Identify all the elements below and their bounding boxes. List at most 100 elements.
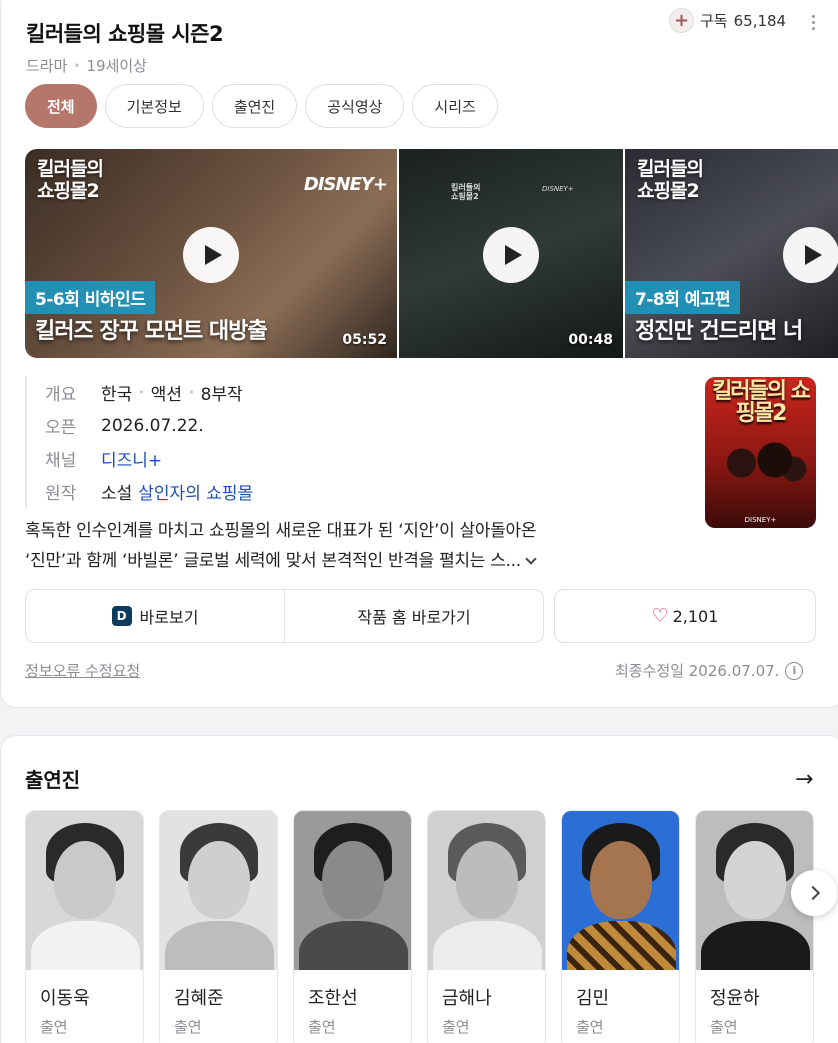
last-modified: 최종수정일 2026.07.07. i	[615, 660, 804, 681]
open-date-value: 2026.07.22.	[101, 415, 204, 436]
cast-name: 김혜준	[174, 988, 224, 1009]
video-thumbnail[interactable]: 킬러들의 쇼핑몰2 7-8회 예고편 정진만 건드리면 너	[625, 149, 838, 358]
chevron-down-icon[interactable]	[525, 553, 537, 565]
cast-role: 출연	[710, 1018, 738, 1036]
cast-card-item[interactable]: 정윤하 출연	[695, 810, 814, 1043]
info-key: 원작	[45, 484, 77, 504]
video-logo: 킬러들의 쇼핑몰2	[451, 183, 481, 201]
episode-tag: 7-8회 예고편	[625, 281, 741, 314]
video-logo: 킬러들의 쇼핑몰2	[37, 158, 104, 202]
cast-name: 김민	[576, 988, 610, 1009]
cast-list: 이동욱 출연 김혜준 출연 조한선 출연 금해나 출연 김민 출연 정윤하 출연	[25, 810, 814, 1043]
cast-photo	[160, 811, 277, 970]
cast-name: 정윤하	[710, 988, 760, 1009]
play-icon[interactable]	[483, 227, 539, 283]
info-key: 개요	[45, 385, 77, 405]
country-value: 한국	[101, 385, 133, 405]
info-key: 채널	[45, 451, 77, 471]
tab-bar: 전체 기본정보 출연진 공식영상 시리즈	[25, 84, 498, 128]
video-carousel: 킬러들의 쇼핑몰2 DISNEY+ 5-6회 비하인드 킬러즈 장꾸 모먼트 대…	[25, 149, 838, 358]
video-caption: 킬러즈 장꾸 모먼트 대방출	[35, 319, 268, 344]
video-logo: 킬러들의 쇼핑몰2	[637, 158, 704, 202]
cast-role: 출연	[308, 1018, 336, 1036]
heart-icon: ♡	[651, 605, 669, 627]
play-icon[interactable]	[783, 227, 838, 283]
poster-image[interactable]: 킬러들의 쇼핑몰2 DISNEY+	[705, 377, 816, 528]
synopsis-line: ‘진만’과 함께 ‘바빌론’ 글로벌 세력에 맞서 본격적인 반격을 펼치는 스…	[25, 551, 521, 571]
tab-cast[interactable]: 출연진	[211, 84, 298, 128]
arrow-right-icon[interactable]: →	[795, 769, 813, 791]
cast-role: 출연	[40, 1018, 68, 1036]
info-value: 한국 • 액션 • 8부작	[101, 380, 243, 405]
poster-art	[713, 433, 808, 493]
info-value: 소설 살인자의 쇼핑몰	[101, 479, 253, 504]
drama-title[interactable]: 킬러들의 쇼핑몰 시즌2	[26, 18, 224, 48]
report-error-link[interactable]: 정보오류 수정요청	[25, 660, 140, 681]
cast-photo	[294, 811, 411, 970]
cast-role: 출연	[442, 1018, 470, 1036]
cast-card-item[interactable]: 조한선 출연	[293, 810, 412, 1043]
cast-name: 조한선	[308, 988, 358, 1009]
disney-plus-logo: DISNEY+	[303, 174, 388, 195]
poster-title: 킬러들의 쇼핑몰2	[712, 379, 811, 426]
play-icon[interactable]	[183, 227, 239, 283]
cast-card: 출연진 → 이동욱 출연 김혜준 출연 조한선 출연 금해나 출연 김민 출연 …	[0, 735, 838, 1043]
subscribe-button[interactable]: + 구독 65,184	[669, 8, 786, 33]
video-caption: 정진만 건드리면 너	[635, 319, 803, 344]
watch-now-button[interactable]: D 바로보기	[26, 590, 284, 642]
next-arrow-button[interactable]	[791, 870, 837, 916]
genre-value: 액션	[150, 385, 183, 405]
cast-card-item[interactable]: 김민 출연	[561, 810, 680, 1043]
tab-official-videos[interactable]: 공식영상	[305, 84, 405, 128]
info-key: 오픈	[45, 418, 77, 438]
original-type: 소설	[101, 484, 133, 504]
info-row-overview: 개요 한국 • 액션 • 8부작	[45, 376, 253, 409]
cast-card-item[interactable]: 김혜준 출연	[159, 810, 278, 1043]
disney-plus-icon: D	[111, 606, 132, 626]
cast-role: 출연	[174, 1018, 202, 1036]
synopsis-line-2: ‘진만’과 함께 ‘바빌론’ 글로벌 세력에 맞서 본격적인 반격을 펼치는 스…	[25, 546, 685, 576]
basic-info-list: 개요 한국 • 액션 • 8부작 오픈 2026.07.22. 채널 디즈니+ …	[25, 376, 253, 508]
cast-card-item[interactable]: 이동욱 출연	[25, 810, 144, 1043]
drama-meta: 드라마 • 19세이상	[26, 55, 147, 76]
video-thumbnail[interactable]: 킬러들의 쇼핑몰2 DISNEY+ 00:48	[399, 149, 623, 358]
disney-plus-logo: DISNEY+	[744, 516, 777, 524]
last-modified-text: 최종수정일 2026.07.07.	[615, 662, 780, 680]
cast-role: 출연	[576, 1018, 604, 1036]
cast-section-title[interactable]: 출연진	[25, 764, 80, 793]
age-rating-label: 19세이상	[86, 57, 147, 75]
watch-now-label: 바로보기	[139, 608, 199, 627]
more-options-icon[interactable]	[809, 15, 817, 30]
cast-name: 금해나	[442, 988, 492, 1009]
drama-info-card: 킬러들의 쇼핑몰 시즌2 드라마 • 19세이상 + 구독 65,184 전체 …	[0, 0, 838, 708]
tab-all[interactable]: 전체	[25, 84, 97, 128]
cast-card-item[interactable]: 금해나 출연	[427, 810, 546, 1043]
subscribe-count: 65,184	[733, 11, 787, 30]
info-row-channel: 채널 디즈니+	[45, 442, 253, 475]
cast-photo	[26, 811, 143, 970]
separator-dot: •	[73, 58, 81, 73]
tab-series[interactable]: 시리즈	[412, 84, 498, 128]
cast-name: 이동욱	[40, 988, 90, 1009]
separator-dot: •	[188, 386, 195, 399]
synopsis-line: 혹독한 인수인계를 마치고 쇼핑몰의 새로운 대표가 된 ‘지안’이 살아돌아온	[25, 521, 537, 541]
separator-dot: •	[138, 386, 145, 399]
cast-photo	[562, 811, 679, 970]
drama-home-button[interactable]: 작품 홈 바로가기	[284, 590, 543, 642]
channel-link[interactable]: 디즈니+	[101, 446, 162, 471]
like-button[interactable]: ♡ 2,101	[554, 589, 816, 643]
video-duration: 00:48	[568, 332, 613, 348]
like-count: 2,101	[672, 606, 719, 626]
info-row-original: 원작 소설 살인자의 쇼핑몰	[45, 475, 253, 508]
tab-basic-info[interactable]: 기본정보	[104, 84, 204, 128]
info-icon[interactable]: i	[785, 661, 804, 680]
disney-plus-logo: DISNEY+	[542, 185, 574, 193]
video-thumbnail[interactable]: 킬러들의 쇼핑몰2 DISNEY+ 5-6회 비하인드 킬러즈 장꾸 모먼트 대…	[25, 149, 397, 358]
original-title-link[interactable]: 살인자의 쇼핑몰	[138, 479, 253, 504]
genre-label: 드라마	[26, 57, 68, 75]
episode-tag: 5-6회 비하인드	[25, 281, 156, 314]
subscribe-label: 구독	[700, 12, 728, 30]
cast-photo	[428, 811, 545, 970]
episodes-value: 8부작	[200, 385, 243, 405]
action-button-group: D 바로보기 작품 홈 바로가기	[25, 589, 544, 643]
